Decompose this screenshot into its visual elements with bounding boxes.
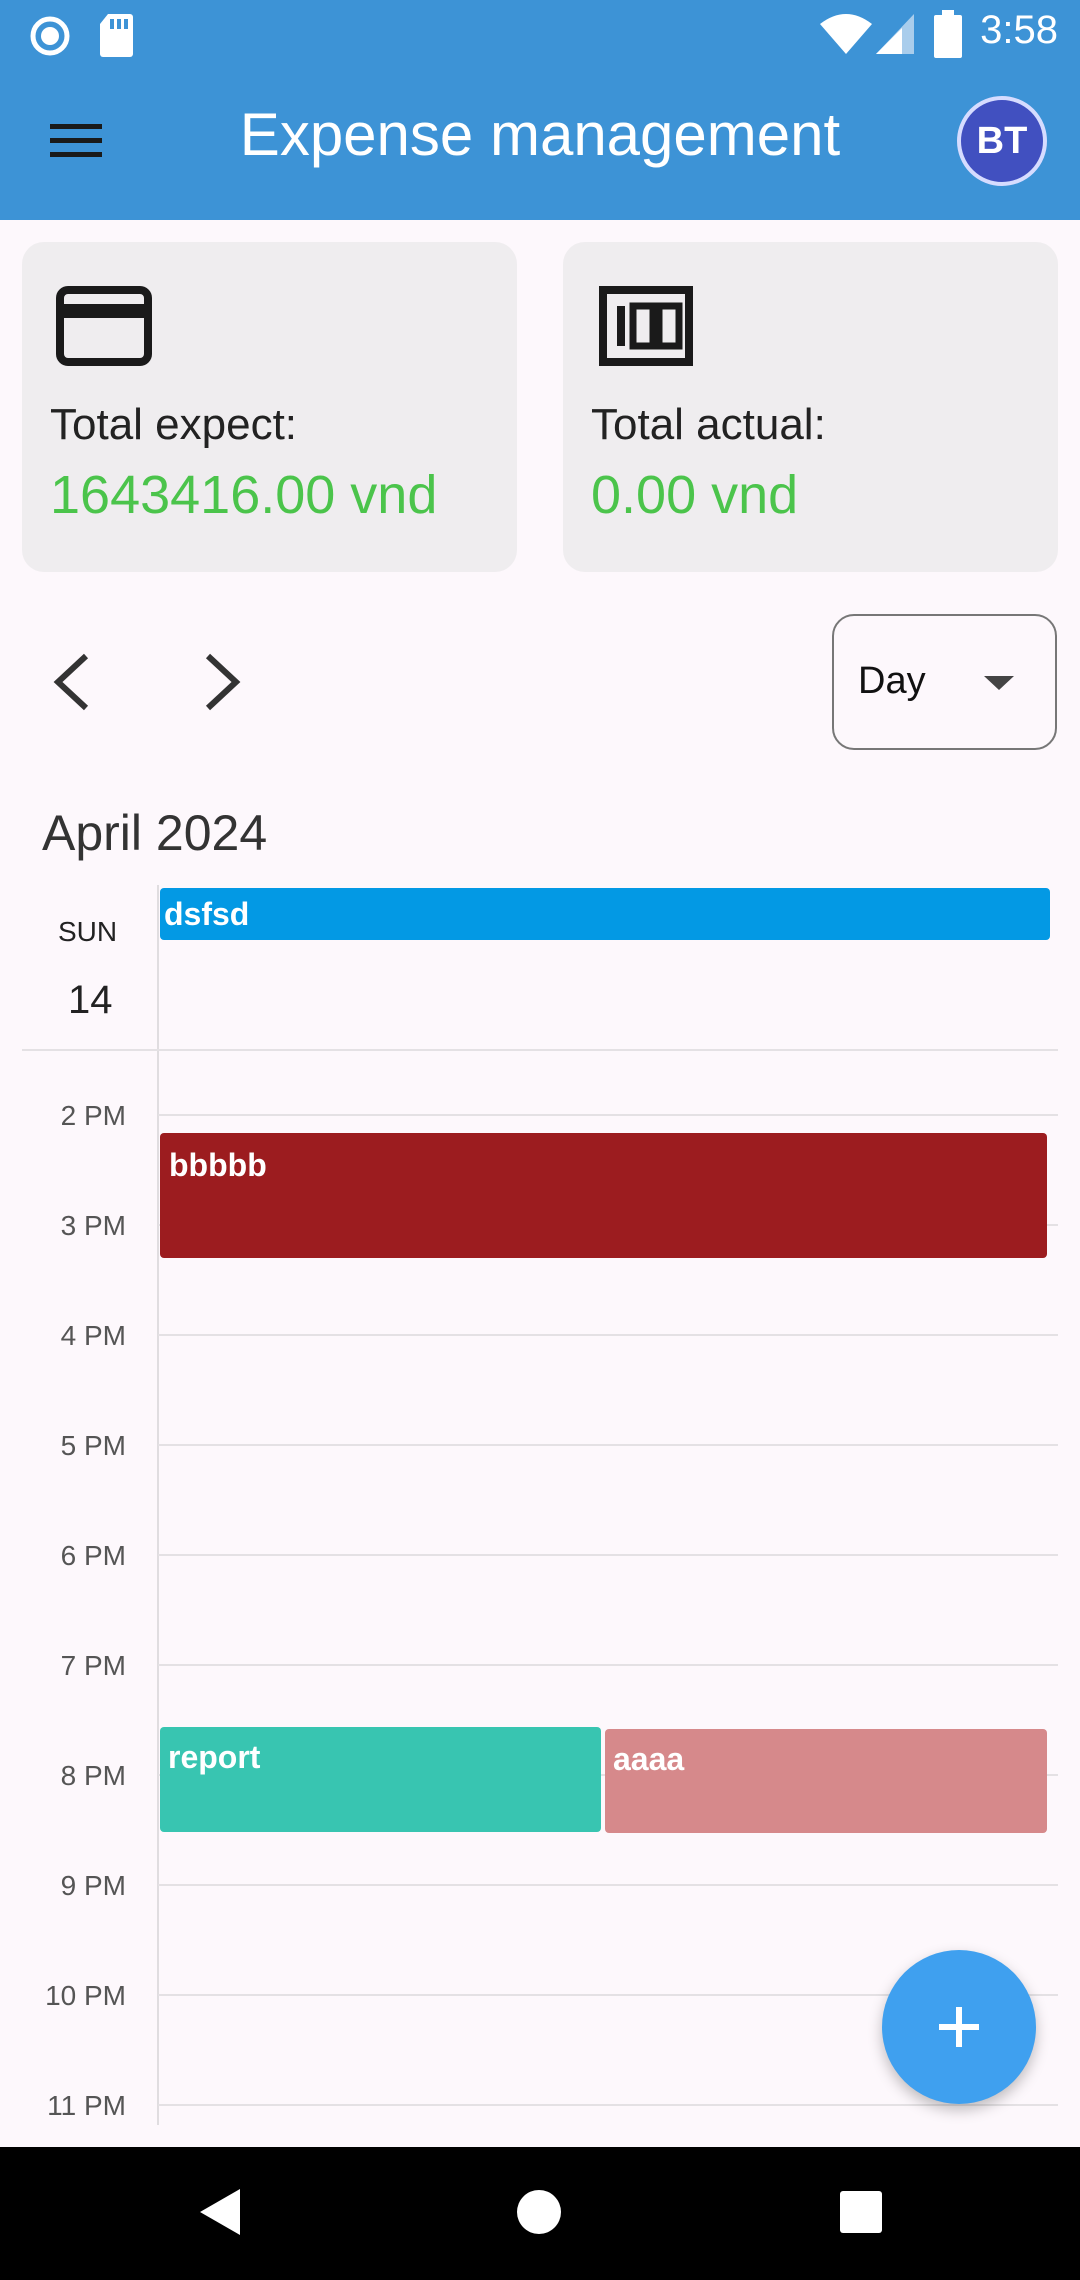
hour-line	[158, 1114, 1058, 1116]
hour-line	[158, 1444, 1058, 1446]
money-100-icon	[599, 286, 693, 366]
total-actual-card: Total actual: 0.00 vnd	[563, 242, 1058, 572]
hour-label: 7 PM	[60, 1650, 126, 1681]
battery-icon	[934, 10, 962, 58]
total-expect-card: Total expect: 1643416.00 vnd	[22, 242, 517, 572]
hour-line	[158, 1334, 1058, 1336]
page-title: Expense management	[239, 101, 841, 168]
avatar[interactable]: BT	[957, 96, 1047, 186]
sd-card-icon	[100, 14, 133, 57]
event-bbbbb[interactable]: bbbbb	[160, 1133, 1047, 1258]
app-notification-icon	[30, 16, 70, 56]
hour-line	[158, 1664, 1058, 1666]
event-title: report	[168, 1739, 261, 1775]
total-actual-value: 0.00 vnd	[591, 465, 799, 525]
back-icon[interactable]	[196, 2187, 246, 2237]
home-icon[interactable]	[516, 2189, 562, 2235]
hour-line	[158, 1884, 1058, 1886]
hour-label: 6 PM	[60, 1540, 126, 1571]
event-title: bbbbb	[169, 1147, 267, 1183]
hour-line	[158, 1554, 1058, 1556]
event-title: aaaa	[613, 1741, 685, 1777]
app-bar: 3:58 Expense management BT	[0, 0, 1080, 220]
hour-line	[158, 2104, 1058, 2106]
cellular-signal-icon	[876, 14, 914, 54]
status-time: 3:58	[980, 8, 1058, 52]
all-day-separator	[22, 1049, 1058, 1051]
event-title: dsfsd	[164, 896, 250, 932]
hour-label: 8 PM	[60, 1760, 126, 1791]
day-number: 14	[68, 978, 113, 1022]
total-expect-label: Total expect:	[50, 400, 298, 449]
recents-icon[interactable]	[840, 2191, 882, 2233]
event-aaaa[interactable]: aaaa	[605, 1729, 1047, 1833]
hour-label: 3 PM	[60, 1210, 126, 1241]
hour-label: 10 PM	[45, 1980, 126, 2011]
hour-label: 4 PM	[60, 1320, 126, 1351]
event-dsfsd[interactable]: dsfsd	[160, 888, 1050, 940]
time-axis-divider	[157, 885, 159, 2125]
system-nav-bar	[0, 2147, 1080, 2280]
event-report[interactable]: report	[160, 1727, 601, 1832]
total-actual-label: Total actual:	[591, 400, 826, 449]
wifi-icon	[820, 14, 872, 54]
view-mode-selected: Day	[858, 660, 926, 702]
total-expect-value: 1643416.00 vnd	[50, 465, 438, 525]
view-mode-dropdown[interactable]: Day	[832, 614, 1057, 750]
hour-label: 11 PM	[47, 2090, 126, 2121]
plus-icon	[939, 2007, 979, 2047]
next-button[interactable]	[196, 650, 246, 714]
dropdown-arrow-icon	[984, 676, 1014, 690]
hour-label: 2 PM	[60, 1100, 126, 1131]
day-name: SUN	[58, 916, 118, 947]
previous-button[interactable]	[48, 650, 98, 714]
add-event-button[interactable]	[882, 1950, 1036, 2104]
hour-label: 5 PM	[60, 1430, 126, 1461]
hour-label: 9 PM	[60, 1870, 126, 1901]
credit-card-icon	[56, 286, 152, 366]
month-label: April 2024	[42, 805, 268, 861]
